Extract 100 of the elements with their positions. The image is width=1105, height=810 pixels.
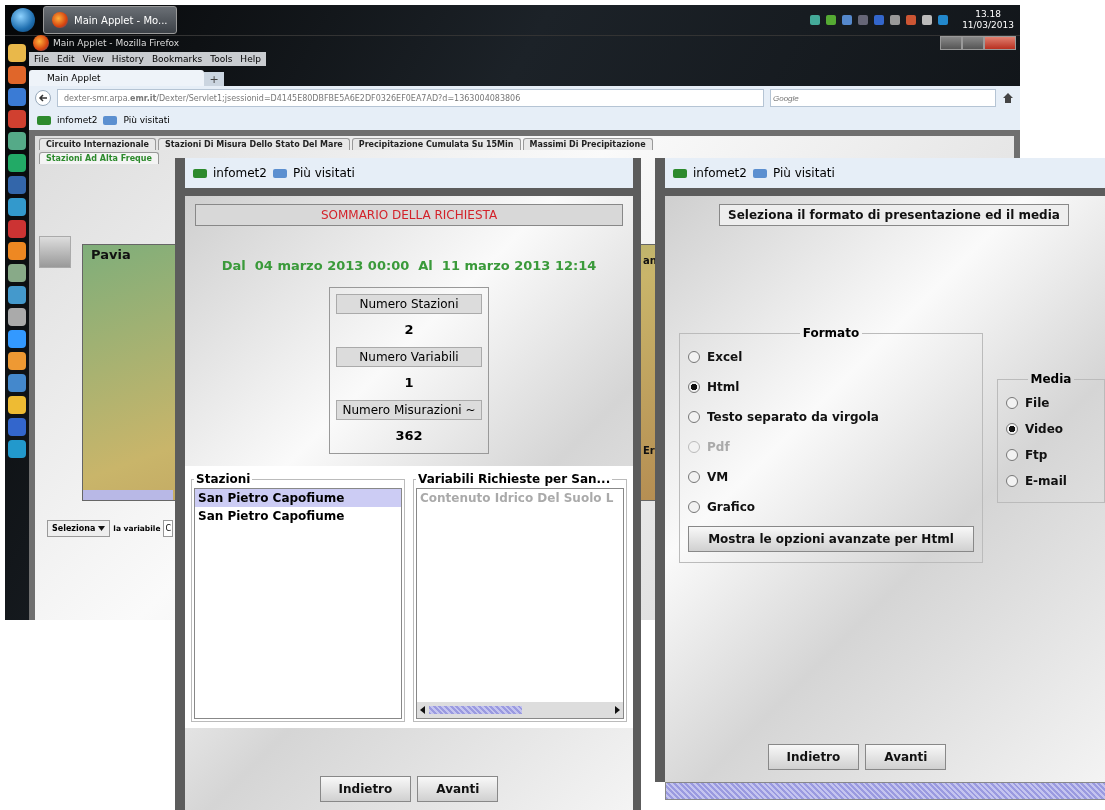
app-icon[interactable] [8,352,26,370]
radio-option[interactable]: Html [688,376,740,398]
maximize-button[interactable] [962,36,984,50]
bookmark-link[interactable]: infomet2 [693,166,747,180]
stat-label: Numero Stazioni [336,294,482,314]
app-icon[interactable] [8,198,26,216]
menu-item[interactable]: Edit [54,53,78,65]
radio-option[interactable]: Testo separato da virgola [688,406,879,428]
radio-button[interactable] [1005,449,1018,461]
applet-tab[interactable]: Stazioni Ad Alta Freque [39,152,159,164]
app-icon[interactable] [8,110,26,128]
radio-button[interactable] [688,351,700,363]
radio-button[interactable] [1005,423,1018,435]
menu-item[interactable]: Tools [207,53,236,65]
bookmark-link[interactable]: infomet2 [57,115,98,125]
station-item[interactable]: San Pietro Capofiume [195,489,401,507]
radio-option[interactable]: Grafico [688,496,756,518]
scrollbar[interactable] [83,490,173,500]
app-icon[interactable] [8,176,26,194]
tray-icon[interactable] [922,15,933,25]
new-tab-button[interactable]: + [204,72,224,86]
radio-button[interactable] [688,501,700,513]
radio-button[interactable] [688,471,700,483]
app-icon[interactable] [8,66,26,84]
address-field[interactable]: dexter-smr.arpa.emr.it/Dexter/Servlet1;jsessionid=D4145E80DBFBE5A6E2DF0326EF0EA7AD?d=1363004083806 [57,89,764,107]
app-icon[interactable] [8,154,26,172]
app-icon[interactable] [8,132,26,150]
radio-option[interactable]: Ftp [1005,444,1048,466]
taskbar-button[interactable]: Main Applet - Mo... [43,6,177,34]
variable-field[interactable]: C [163,520,174,537]
caret-icon [98,526,106,531]
close-button[interactable] [984,36,1016,50]
period-text: Dal 04 marzo 2013 00:00 Al 11 marzo 2013 12:14 [221,258,597,273]
applet-tab[interactable]: Stazioni Di Misura Dello Stato Del Mare [157,138,350,150]
app-icon[interactable] [8,242,26,260]
scrollbar[interactable] [417,702,623,718]
radio-button[interactable] [1005,397,1018,409]
bookmark-link[interactable]: Più visitati [772,166,835,180]
app-icon[interactable] [8,88,26,106]
station-item[interactable]: San Pietro Capofiume [195,507,401,525]
browser-icon [52,12,68,28]
app-icon[interactable] [8,220,26,238]
menu-item[interactable]: Bookmarks [148,53,206,65]
applet-tab[interactable]: Precipitazione Cumulata Su 15Min [351,138,521,150]
radio-option[interactable]: Excel [688,346,743,368]
applet-tab[interactable]: Circuito Internazionale [39,138,156,150]
clock-time: 13.18 [975,9,1001,20]
radio-button[interactable] [688,381,700,393]
applet-tab[interactable]: Massimi Di Precipitazione [522,138,653,150]
nav-button[interactable]: Indietro [319,776,412,802]
scrollbar[interactable] [665,782,1105,800]
app-icon[interactable] [8,330,26,348]
clock-date: 11/03/2013 [962,20,1014,31]
app-icon[interactable] [8,308,26,326]
menu-item[interactable]: History [108,53,147,65]
radio-option[interactable]: VM [688,466,729,488]
radio-option[interactable]: File [1005,392,1050,414]
app-icon[interactable] [8,44,26,62]
nav-button[interactable]: Avanti [417,776,499,802]
bookmark-icon [103,115,118,125]
select-dropdown[interactable]: Seleziona [47,520,111,537]
browser-icon [33,35,49,51]
menu-item[interactable]: Help [237,53,264,65]
map-label: Pavia [91,247,131,262]
radio-button[interactable] [688,411,700,423]
radio-option[interactable]: E-mail [1005,470,1067,492]
tray-icon[interactable] [842,15,853,25]
window-title: Main Applet - Mozilla Firefox [53,38,180,48]
app-icon[interactable] [8,396,26,414]
app-icon[interactable] [8,418,26,436]
tray-icon[interactable] [906,15,917,25]
group-title: Stazioni [195,472,252,486]
nav-button[interactable]: Indietro [767,744,860,770]
radio-button[interactable] [1005,475,1018,487]
stat-label: Numero Misurazioni ~ [336,400,482,420]
app-icon[interactable] [8,264,26,282]
minimize-button[interactable] [940,36,962,50]
bookmark-link[interactable]: Più visitati [292,166,355,180]
search-field[interactable]: Google [770,89,996,107]
tray-icon[interactable] [810,15,821,25]
tray-icon[interactable] [826,15,837,25]
tray-icon[interactable] [938,15,949,25]
group-title: Media [1029,372,1073,386]
app-icon[interactable] [8,440,26,458]
start-button[interactable] [11,8,35,32]
menu-item[interactable]: View [79,53,107,65]
app-icon[interactable] [8,374,26,392]
radio-option[interactable]: Video [1005,418,1064,440]
browser-tab[interactable]: Main Applet [29,70,204,86]
menu-item[interactable]: File [31,53,53,65]
bookmark-link[interactable]: infomet2 [213,166,267,180]
bookmark-link[interactable]: Più visitati [123,115,170,125]
nav-button[interactable]: Avanti [865,744,947,770]
advanced-options-button[interactable]: Mostra le opzioni avanzate per Html [688,526,974,552]
back-button[interactable] [35,90,51,106]
stat-value: 2 [404,321,414,339]
tray-icon[interactable] [890,15,901,25]
app-icon[interactable] [8,286,26,304]
stat-value: 1 [404,374,414,392]
home-icon[interactable] [1002,92,1014,104]
